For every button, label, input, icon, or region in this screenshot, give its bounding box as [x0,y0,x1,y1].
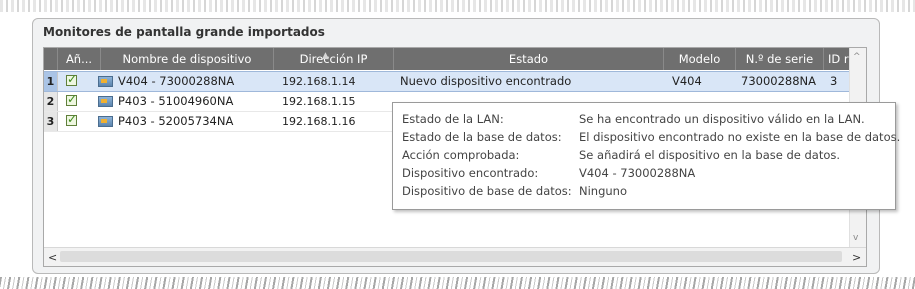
column-header-id[interactable]: ID r [824,48,850,70]
serial-number: 73000288NA [741,74,817,88]
tooltip-label: Dispositivo de base de datos: [402,184,572,198]
device-name: P403 - 52005734NA [118,114,234,128]
device-status: Nuevo dispositivo encontrado [400,74,572,88]
row-index: 1 [44,72,58,91]
ip-address: 192.168.1.14 [282,75,356,88]
column-header-serial[interactable]: N.º de serie [736,48,824,70]
checkbox-checked-icon[interactable] [66,92,77,106]
ip-address: 192.168.1.16 [282,115,356,128]
scroll-down-icon[interactable]: v [853,233,858,243]
checkbox-checked-icon[interactable] [66,72,77,86]
device-id: 3 [830,74,838,88]
scroll-left-icon[interactable]: < [48,251,57,264]
sort-ascending-icon: ▲ [322,51,329,61]
device-details-tooltip: Estado de la LAN: Se ha encontrado un di… [392,102,900,210]
scroll-up-icon[interactable]: ^ [853,52,861,62]
tooltip-label: Estado de la base de datos: [402,130,562,144]
tooltip-label: Dispositivo encontrado: [402,166,539,180]
tooltip-label: Acción comprobada: [402,148,520,162]
display-device-icon [98,116,113,127]
grid-header: Añ... Nombre de dispositivo Dirección IP… [44,48,866,70]
display-device-icon [98,76,113,87]
tooltip-value: V404 - 73000288NA [579,166,696,180]
header-corner [44,48,58,70]
device-name: P403 - 51004960NA [118,94,234,108]
panel-title: Monitores de pantalla grande importados [43,25,325,39]
column-header-ip-label: Dirección IP [299,52,368,66]
column-header-status[interactable]: Estado [394,48,664,70]
column-header-model[interactable]: Modelo [664,48,736,70]
scan-edge-top [0,0,915,12]
display-device-icon [98,96,113,107]
tooltip-value: Se ha encontrado un dispositivo válido e… [579,112,865,126]
tooltip-value: Se añadirá el dispositivo en la base de … [579,148,841,162]
horizontal-scroll-thumb[interactable] [60,251,842,262]
table-row[interactable]: 1 V404 - 73000288NA 192.168.1.14 Nuevo d… [44,71,850,92]
checkbox-checked-icon[interactable] [66,112,77,126]
row-index: 2 [44,92,58,111]
horizontal-scrollbar[interactable]: < > [44,247,866,266]
column-header-device-name[interactable]: Nombre de dispositivo [101,48,274,70]
ip-address: 192.168.1.15 [282,95,356,108]
scroll-right-icon[interactable]: > [852,251,861,264]
scan-edge-bottom [0,277,915,289]
device-model: V404 [672,74,702,88]
tooltip-label: Estado de la LAN: [402,112,504,126]
tooltip-value: Ninguno [579,184,627,198]
row-index: 3 [44,112,58,131]
column-header-ip[interactable]: Dirección IP ▲ [274,48,394,70]
tooltip-value: El dispositivo encontrado no existe en l… [579,130,901,144]
column-header-add[interactable]: Añ... [58,48,101,70]
device-name: V404 - 73000288NA [118,74,235,88]
